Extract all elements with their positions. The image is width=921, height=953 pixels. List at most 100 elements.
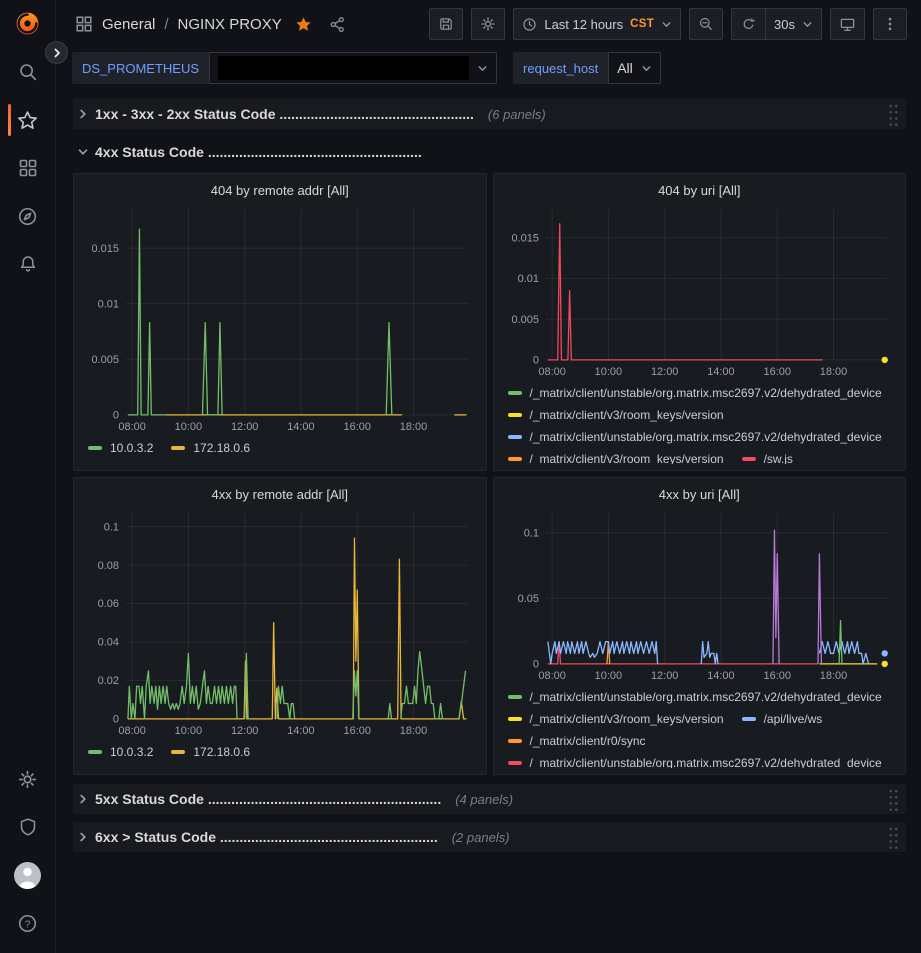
legend-item[interactable]: 172.18.0.6 [171,741,250,763]
row-drag-handle[interactable] [887,102,898,126]
sidebar-item-configuration[interactable] [0,755,56,803]
svg-text:12:00: 12:00 [231,725,258,737]
time-range-picker[interactable]: Last 12 hours CST [513,8,681,40]
svg-text:0: 0 [532,355,538,367]
star-filled-icon [295,16,312,33]
share-button[interactable] [325,12,350,37]
legend-item[interactable]: /_matrix/client/unstable/org.matrix.msc2… [508,752,882,768]
save-dashboard-button[interactable] [429,8,463,40]
sidebar-item-alerting[interactable] [0,240,56,288]
row-6xx[interactable]: 6xx > Status Code ......................… [73,822,906,852]
legend-item[interactable]: /api/live/ws [742,708,823,730]
sidebar-item-explore[interactable] [0,192,56,240]
row-drag-handle[interactable] [887,825,898,849]
legend-item[interactable]: /_matrix/client/v3/room_keys/version [508,708,724,730]
sidebar-item-profile[interactable] [0,851,56,899]
sidebar-item-server-admin[interactable] [0,803,56,851]
svg-text:0: 0 [113,410,119,422]
refresh-interval-label: 30s [774,17,795,32]
zoom-out-icon [698,16,714,32]
zoom-out-time-button[interactable] [689,8,723,40]
compass-icon [17,206,38,227]
series-label: /_matrix/client/unstable/org.matrix.msc2… [530,386,882,400]
main-area: General / NGINX PROXY [57,0,921,953]
cycle-view-mode-button[interactable] [830,8,865,40]
legend-item[interactable]: /_matrix/client/r0/sync [508,730,646,752]
svg-text:16:00: 16:00 [344,725,371,737]
row-4xx[interactable]: 4xx Status Code ........................… [73,137,906,167]
navbar-actions: Last 12 hours CST 30s [429,8,907,40]
row-title-dots: ........................................… [279,106,473,122]
redacted-value [218,56,469,80]
svg-text:12:00: 12:00 [650,366,677,378]
svg-text:0.08: 0.08 [98,560,119,572]
panel-title[interactable]: 4xx by remote addr [All] [82,482,478,506]
kebab-menu-button[interactable] [873,8,907,40]
variable-select-ds-prometheus[interactable] [209,52,497,84]
sidebar-expand-button[interactable] [45,41,68,64]
row-title-dots: ........................................… [220,829,438,845]
row-title: 6xx > Status Code [95,829,216,845]
svg-text:12:00: 12:00 [231,421,258,433]
legend-item[interactable]: 172.18.0.6 [171,437,250,459]
svg-text:0.1: 0.1 [523,527,538,539]
legend-item[interactable]: 10.0.3.2 [88,741,153,763]
legend-item[interactable]: /sw.js [742,448,793,464]
legend-item[interactable]: /_matrix/client/unstable/org.matrix.msc2… [508,382,882,404]
legend-item[interactable]: /_matrix/client/v3/room_keys/version [508,448,724,464]
sidebar-item-starred[interactable] [0,96,56,144]
time-range-label: Last 12 hours [544,17,623,32]
legend-item[interactable]: /_matrix/client/unstable/org.matrix.msc2… [508,426,882,448]
sidebar-item-help[interactable]: ? [0,899,56,947]
panel-title[interactable]: 4xx by uri [All] [502,482,898,506]
panel-title[interactable]: 404 by uri [All] [502,178,898,202]
timeseries-chart: 00.020.040.060.080.108:0010:0012:0014:00… [82,506,478,739]
row-1xx-3xx-2xx[interactable]: 1xx - 3xx - 2xx Status Code ............… [73,99,906,129]
series-color-swatch [742,717,756,721]
chevron-right-icon [52,48,62,58]
shield-icon [18,817,38,837]
grafana-logo-icon[interactable] [13,8,43,38]
refresh-interval-dropdown[interactable]: 30s [765,8,822,40]
svg-text:10:00: 10:00 [594,366,621,378]
row-panel-count: (4 panels) [455,792,513,807]
sidebar-item-dashboards[interactable] [0,144,56,192]
bell-icon [18,254,38,274]
refresh-button[interactable] [731,8,765,40]
series-color-swatch [508,739,522,743]
svg-text:0.06: 0.06 [98,598,119,610]
series-color-swatch [508,695,522,699]
row-drag-handle[interactable] [887,787,898,811]
active-indicator [8,104,11,136]
row-5xx[interactable]: 5xx Status Code ........................… [73,784,906,814]
legend-item[interactable]: 10.0.3.2 [88,437,153,459]
panels-grid: 404 by remote addr [All] 00.0050.010.015… [73,173,906,775]
breadcrumb-dashboard-title[interactable]: NGINX PROXY [178,16,282,33]
variable-select-request-host[interactable]: All [608,52,661,84]
panel-title[interactable]: 404 by remote addr [All] [82,178,478,202]
series-label: 10.0.3.2 [110,745,153,759]
legend-item[interactable]: /_matrix/client/v3/room_keys/version [508,404,724,426]
variable-label-ds-prometheus: DS_PROMETHEUS [72,52,209,84]
legend-item[interactable]: /_matrix/client/unstable/org.matrix.msc2… [508,686,882,708]
svg-text:10:00: 10:00 [175,421,202,433]
series-color-swatch [88,750,102,754]
clock-icon [522,17,537,32]
dashboard-settings-button[interactable] [471,8,505,40]
series-label: /sw.js [764,452,793,464]
panel-4xx-by-uri: 4xx by uri [All] 00.050.108:0010:0012:00… [493,477,907,775]
svg-text:14:00: 14:00 [707,366,734,378]
svg-text:0.02: 0.02 [98,675,119,687]
breadcrumb-folder[interactable]: General [102,16,155,33]
timeseries-chart: 00.0050.010.01508:0010:0012:0014:0016:00… [502,202,898,380]
gear-icon [480,16,496,32]
svg-text:16:00: 16:00 [763,670,790,682]
favorite-star-button[interactable] [291,12,316,37]
panel-404-by-uri: 404 by uri [All] 00.0050.010.01508:0010:… [493,173,907,471]
svg-text:08:00: 08:00 [538,670,565,682]
series-color-swatch [742,457,756,461]
svg-text:10:00: 10:00 [175,725,202,737]
svg-text:14:00: 14:00 [287,725,314,737]
svg-text:0.015: 0.015 [511,232,538,244]
svg-text:0.01: 0.01 [517,273,538,285]
